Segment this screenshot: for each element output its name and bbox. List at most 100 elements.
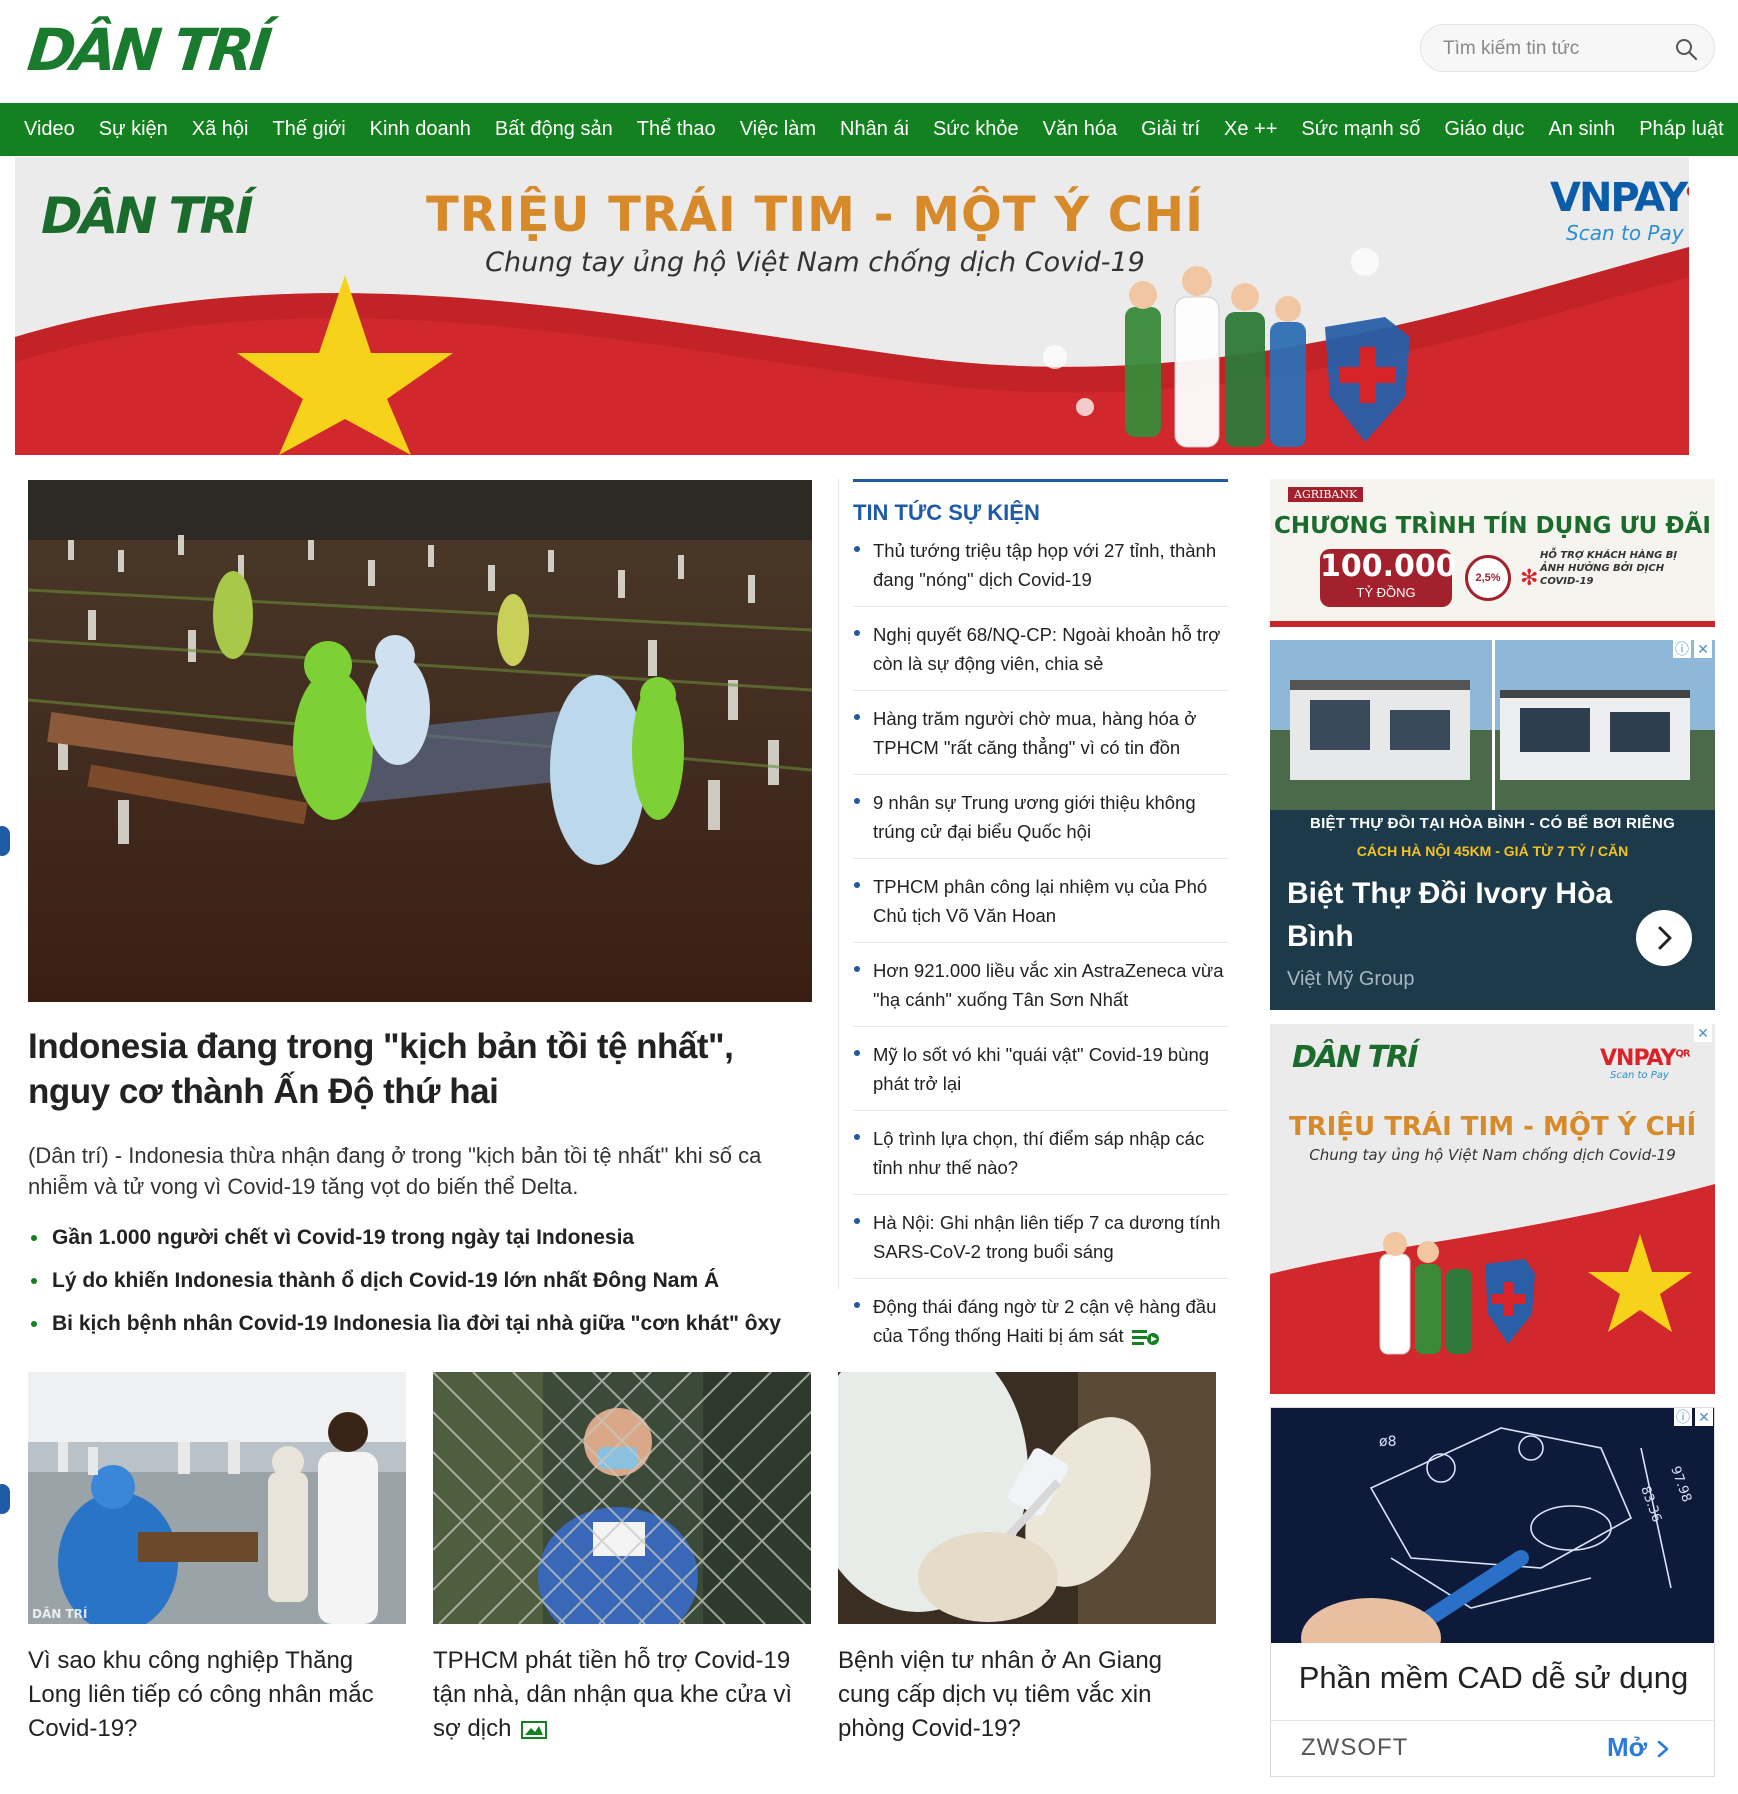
nav-item-phap-luat[interactable]: Pháp luật [1627, 103, 1736, 156]
ad-close-icon[interactable]: ✕ [1694, 1024, 1712, 1042]
event-news-item[interactable]: Mỹ lo sốt vó khi "quái vật" Covid-19 bùn… [853, 1040, 1228, 1111]
event-news-item-last[interactable]: Động thái đáng ngờ từ 2 cận vệ hàng đầu … [853, 1292, 1228, 1362]
cemetery-photo [28, 480, 812, 1002]
fence-resident-photo [433, 1372, 811, 1624]
story-thumbnail[interactable]: DÂN TRÍ [28, 1372, 406, 1624]
agribank-title: CHƯƠNG TRÌNH TÍN DỤNG ƯU ĐÃI [1274, 513, 1711, 539]
villa-title[interactable]: Biệt Thự Đồi Ivory Hòa Bình [1287, 872, 1617, 958]
vaccine-injection-photo [838, 1372, 1216, 1624]
nav-item-bat-dong-san[interactable]: Bất động sản [483, 103, 625, 156]
related-links: Gần 1.000 người chết vì Covid-19 trong n… [28, 1216, 812, 1345]
story-title[interactable]: TPHCM phát tiền hỗ trợ Covid-19 tận nhà,… [433, 1644, 811, 1746]
villa-caption: BIỆT THỰ ĐỒI TẠI HÒA BÌNH - CÓ BỂ BƠI RI… [1309, 815, 1676, 832]
villa-ad[interactable]: ⓘ ✕ BIỆT THỰ ĐỒI TẠI HÒA BÌNH - CÓ BỂ BƠ… [1270, 640, 1715, 1010]
event-news-item[interactable]: TPHCM phân công lại nhiệm vụ của Phó Chủ… [853, 872, 1228, 943]
event-news-text: Động thái đáng ngờ từ 2 cận vệ hàng đầu … [873, 1296, 1217, 1346]
feature-image[interactable] [28, 480, 812, 1002]
cad-ad-brand: ZWSOFT [1301, 1734, 1409, 1761]
open-button[interactable]: Mở [1607, 1732, 1672, 1763]
vnpay-tagline: Scan to Pay [1566, 221, 1684, 245]
search-icon[interactable] [1674, 37, 1698, 61]
banner-subtitle: Chung tay ủng hộ Việt Nam chống dịch Cov… [485, 247, 1145, 278]
story-thumbnail[interactable] [433, 1372, 811, 1624]
story-title[interactable]: Vì sao khu công nghiệp Thăng Long liên t… [28, 1644, 406, 1746]
vnpay-wordmark: VNPAY [1550, 175, 1688, 221]
nav-item-nhan-ai[interactable]: Nhân ái [828, 103, 921, 156]
agribank-amount-box: 100.000 TỶ ĐỒNG [1320, 549, 1457, 607]
vnpay-qr-mark: QR [1686, 185, 1689, 201]
agribank-note: HỖ TRỢ KHÁCH HÀNG BỊ ẢNH HƯỞNG BỞI DỊCH … [1540, 550, 1678, 587]
main-nav: Video Sự kiện Xã hội Thế giới Kinh doanh… [0, 103, 1738, 156]
agribank-bottom-stripe [1270, 621, 1715, 627]
edge-widget[interactable] [0, 1484, 10, 1514]
nav-item-su-kien[interactable]: Sự kiện [87, 103, 180, 156]
ad-divider [1271, 1720, 1714, 1721]
event-news-item[interactable]: Thủ tướng triệu tập họp với 27 tỉnh, thà… [853, 536, 1228, 607]
agribank-unit: TỶ ĐỒNG [1356, 585, 1416, 600]
villa-brand: Việt Mỹ Group [1287, 968, 1415, 990]
related-link[interactable]: Lý do khiến Indonesia thành ổ dịch Covid… [28, 1259, 812, 1302]
event-news-box: TIN TỨC SỰ KIỆN Thủ tướng triệu tập họp … [853, 479, 1228, 1375]
feature-summary: (Dân trí) - Indonesia thừa nhận đang ở t… [28, 1143, 762, 1199]
cad-drawing-graphic: ø8 83.36 97.98 [1271, 1408, 1714, 1643]
event-news-item[interactable]: Nghị quyết 68/NQ-CP: Ngoài khoản hỗ trợ … [853, 620, 1228, 691]
event-news-heading[interactable]: TIN TỨC SỰ KIỆN [853, 500, 1228, 526]
banner-title: TRIỆU TRÁI TIM - MỘT Ý CHÍ [426, 187, 1204, 243]
chevron-right-icon [1658, 1740, 1669, 1758]
event-news-item[interactable]: Hà Nội: Ghi nhận liên tiếp 7 ca dương tí… [853, 1208, 1228, 1279]
site-logo[interactable]: DÂN TRÍ [24, 16, 271, 84]
story-card[interactable]: TPHCM phát tiền hỗ trợ Covid-19 tận nhà,… [433, 1372, 811, 1746]
ad-close-icon[interactable]: ✕ [1694, 640, 1712, 658]
agribank-rate-badge: 2,5% [1465, 555, 1511, 601]
nav-item-the-gioi[interactable]: Thế giới [261, 103, 358, 156]
event-news-item[interactable]: Lộ trình lựa chọn, thí điểm sáp nhập các… [853, 1124, 1228, 1195]
next-button[interactable] [1636, 910, 1692, 966]
nav-item-kinh-doanh[interactable]: Kinh doanh [358, 103, 483, 156]
event-news-item[interactable]: Hơn 921.000 liều vắc xin AstraZeneca vừa… [853, 956, 1228, 1027]
related-link[interactable]: Bi kịch bệnh nhân Covid-19 Indonesia lìa… [28, 1302, 812, 1345]
nav-item-the-thao[interactable]: Thể thao [625, 103, 728, 156]
cad-dimension-label: ø8 [1379, 1434, 1396, 1450]
story-thumbnail[interactable] [838, 1372, 1216, 1624]
agribank-amount: 100.000 [1320, 549, 1457, 584]
feature-title[interactable]: Indonesia đang trong "kịch bản tồi tệ nh… [28, 1024, 812, 1114]
nav-item-suc-manh-so[interactable]: Sức mạnh số [1289, 103, 1432, 156]
ad-close-icon[interactable]: ✕ [1695, 1408, 1713, 1426]
vnpay-logo: VNPAYQR Scan to Pay [1550, 175, 1689, 245]
ad-info-icon[interactable]: ⓘ [1674, 1408, 1692, 1426]
open-button-label: Mở [1607, 1732, 1648, 1762]
agribank-ad[interactable]: AGRIBANK CHƯƠNG TRÌNH TÍN DỤNG ƯU ĐÃI 10… [1270, 479, 1715, 627]
story-title-text: TPHCM phát tiền hỗ trợ Covid-19 tận nhà,… [433, 1647, 793, 1742]
story-title[interactable]: Bệnh viện tư nhân ở An Giang cung cấp dị… [838, 1644, 1216, 1746]
cad-software-ad[interactable]: ø8 83.36 97.98 ⓘ ✕ Phần mềm CAD dễ sử dụ… [1270, 1407, 1715, 1777]
nav-item-viec-lam[interactable]: Việc làm [728, 103, 828, 156]
search-input[interactable] [1443, 35, 1663, 63]
campaign-banner[interactable]: DÂN TRÍ TRIỆU TRÁI TIM - MỘT Ý CHÍ Chung… [15, 157, 1689, 455]
edge-widget[interactable] [0, 826, 10, 856]
chevron-right-icon [1658, 926, 1672, 950]
nav-item-xe[interactable]: Xe ++ [1212, 103, 1289, 156]
ad-info-icon[interactable]: ⓘ [1673, 640, 1691, 658]
nav-item-giao-duc[interactable]: Giáo dục [1432, 103, 1536, 156]
story-card[interactable]: Bệnh viện tư nhân ở An Giang cung cấp dị… [838, 1372, 1216, 1746]
nav-item-video[interactable]: Video [12, 103, 87, 156]
villa-caption-price: CÁCH HÀ NỘI 45KM - GIÁ TỪ 7 TỶ / CĂN [1356, 843, 1629, 859]
story-card[interactable]: DÂN TRÍ Vì sao khu công nghiệp Thăng Lon… [28, 1372, 406, 1746]
cad-ad-title[interactable]: Phần mềm CAD dễ sử dụng [1271, 1660, 1714, 1696]
photo-gallery-icon [521, 1720, 548, 1739]
ad-vnpay-wordmark: VNPAY [1600, 1046, 1676, 1071]
factory-workers-photo: DÂN TRÍ [28, 1372, 406, 1624]
dantri-campaign-ad[interactable]: ✕ DÂN TRÍ VNPAYQR Scan to Pay TRIỆU TRÁI… [1270, 1024, 1715, 1394]
nav-item-giai-tri[interactable]: Giải trí [1129, 103, 1212, 156]
nav-item-xa-hoi[interactable]: Xã hội [180, 103, 261, 156]
nav-item-van-hoa[interactable]: Văn hóa [1031, 103, 1130, 156]
related-link[interactable]: Gần 1.000 người chết vì Covid-19 trong n… [28, 1216, 812, 1259]
event-news-item[interactable]: 9 nhân sự Trung ương giới thiệu không tr… [853, 788, 1228, 859]
nav-item-an-sinh[interactable]: An sinh [1536, 103, 1627, 156]
banner-logo: DÂN TRÍ [41, 187, 254, 245]
search-box[interactable] [1420, 24, 1715, 72]
video-list-icon [1131, 1330, 1159, 1346]
ad-title: TRIỆU TRÁI TIM - MỘT Ý CHÍ [1288, 1112, 1697, 1142]
event-news-item[interactable]: Hàng trăm người chờ mua, hàng hóa ở TPHC… [853, 704, 1228, 775]
nav-item-suc-khoe[interactable]: Sức khỏe [921, 103, 1031, 156]
